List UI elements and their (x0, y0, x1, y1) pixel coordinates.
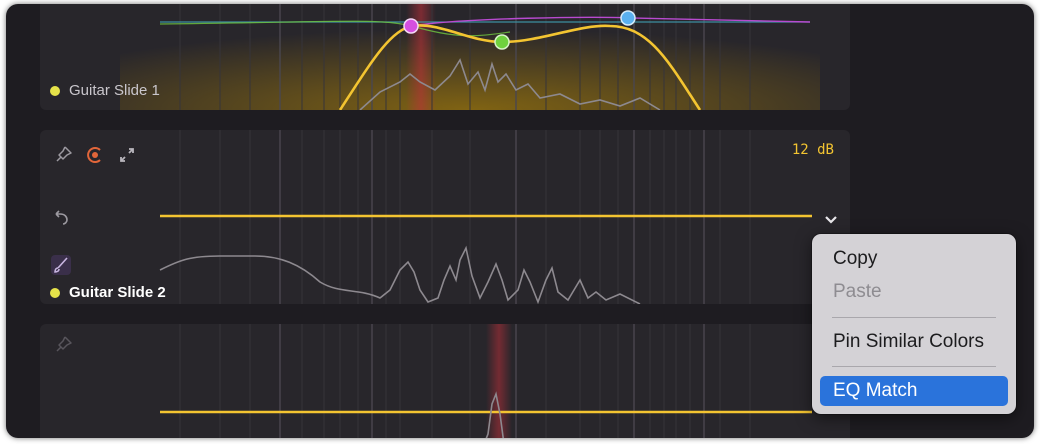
brush-icon[interactable] (50, 254, 72, 276)
track-panel-2[interactable]: 12 dB Guitar Slide 2 (40, 130, 850, 304)
track-name-1: Guitar Slide 1 (50, 82, 160, 99)
eq-node-magenta[interactable] (403, 18, 419, 34)
eq-display-1[interactable] (40, 4, 850, 110)
menu-separator (832, 366, 996, 367)
track-name-2: Guitar Slide 2 (50, 284, 166, 301)
track-color-dot (50, 288, 60, 298)
eq-display-2[interactable] (40, 130, 850, 304)
menu-item-pin-similar-colors[interactable]: Pin Similar Colors (820, 327, 1008, 357)
frequency-grid (179, 324, 751, 438)
pin-icon[interactable] (52, 334, 74, 356)
pin-icon[interactable] (52, 144, 74, 166)
expand-icon[interactable] (116, 144, 138, 166)
menu-separator (832, 317, 996, 318)
context-menu: Copy Paste Pin Similar Colors EQ Match (812, 234, 1016, 414)
track-panel-3[interactable] (40, 324, 850, 438)
gain-range-label[interactable]: 12 dB (792, 142, 834, 158)
eq-display-3[interactable] (40, 324, 850, 438)
menu-item-eq-match[interactable]: EQ Match (820, 376, 1008, 406)
track-panel-1[interactable]: Guitar Slide 1 (40, 4, 850, 110)
chevron-down-icon[interactable] (820, 208, 842, 230)
track-label: Guitar Slide 2 (69, 284, 166, 301)
undo-icon[interactable] (50, 206, 72, 228)
track-label: Guitar Slide 1 (69, 82, 160, 99)
menu-item-copy[interactable]: Copy (820, 244, 1008, 274)
eq-node-blue[interactable] (620, 10, 636, 26)
record-icon[interactable] (84, 144, 106, 166)
track-color-dot (50, 86, 60, 96)
menu-item-paste: Paste (833, 281, 882, 302)
eq-node-green[interactable] (494, 34, 510, 50)
